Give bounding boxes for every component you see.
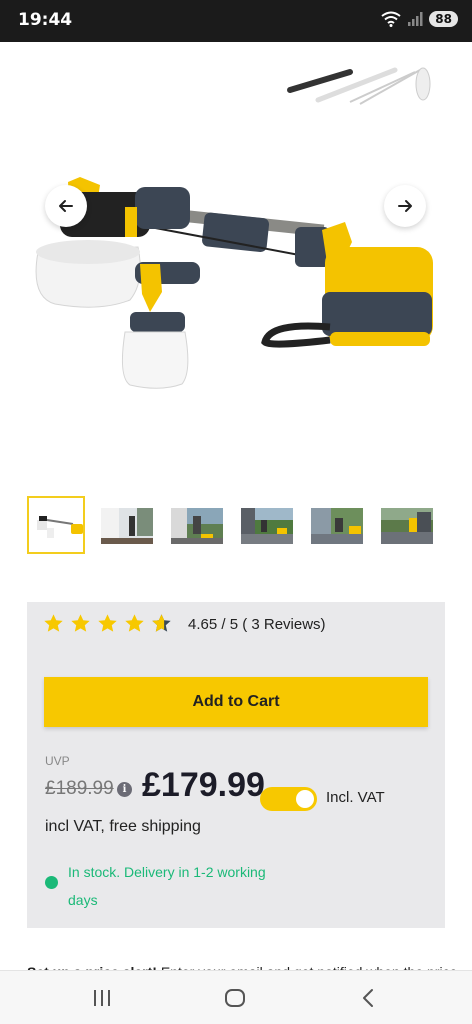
previous-image-button[interactable] xyxy=(45,185,87,227)
thumbnail-image xyxy=(311,508,363,544)
product-image xyxy=(35,67,433,389)
thumbnail-5[interactable] xyxy=(307,496,365,554)
star-full-icon xyxy=(44,614,63,632)
purchase-panel: 4.65 / 5 ( 3 Reviews) Add to Cart UVP £1… xyxy=(27,602,445,928)
star-full-icon xyxy=(98,614,117,632)
home-button[interactable] xyxy=(220,985,250,1011)
stock-status-dot xyxy=(45,876,58,889)
recent-apps-icon xyxy=(94,990,110,1006)
thumbnail-strip xyxy=(27,496,447,556)
rating-summary[interactable]: 4.65 / 5 ( 3 Reviews) xyxy=(188,616,326,633)
uvp-label: UVP xyxy=(45,754,70,768)
accessories-image xyxy=(287,67,431,105)
thumbnail-3[interactable] xyxy=(167,496,225,554)
thumbnail-image xyxy=(101,508,153,544)
thumbnail-image xyxy=(241,508,293,544)
stock-status: In stock. Delivery in 1-2 working days xyxy=(68,858,268,914)
thumbnail-1[interactable] xyxy=(27,496,85,554)
wifi-icon xyxy=(381,11,401,27)
info-icon[interactable]: i xyxy=(117,782,132,797)
star-full-icon xyxy=(125,614,144,632)
thumbnail-6[interactable] xyxy=(377,496,435,554)
vat-label: Incl. VAT xyxy=(326,789,385,806)
battery-badge: 88 xyxy=(429,11,458,27)
arrow-left-icon xyxy=(59,200,73,212)
star-full-icon xyxy=(71,614,90,632)
old-price: £189.99 xyxy=(45,778,114,799)
next-image-button[interactable] xyxy=(384,185,426,227)
current-price: £179.99 xyxy=(142,766,265,804)
back-icon xyxy=(363,989,373,1007)
system-navigation-bar xyxy=(0,970,472,1024)
home-icon xyxy=(225,989,245,1007)
toggle-knob xyxy=(296,790,314,808)
thumbnail-image xyxy=(381,508,433,544)
status-icons: 88 xyxy=(381,11,458,27)
shipping-info: incl VAT, free shipping xyxy=(45,818,201,835)
arrow-right-icon xyxy=(398,200,412,212)
status-time: 19:44 xyxy=(18,10,73,30)
product-gallery[interactable] xyxy=(0,42,472,482)
star-partial-icon xyxy=(152,614,171,632)
thumbnail-image xyxy=(31,508,83,544)
thumbnail-4[interactable] xyxy=(237,496,295,554)
signal-icon xyxy=(408,12,423,26)
vat-toggle[interactable] xyxy=(260,787,317,811)
thumbnail-2[interactable] xyxy=(97,496,155,554)
thumbnail-image xyxy=(171,508,223,544)
add-to-cart-button[interactable]: Add to Cart xyxy=(44,677,428,727)
recent-apps-button[interactable] xyxy=(87,985,117,1011)
stock-line-1: In stock. Delivery in 1-2 working xyxy=(68,864,266,880)
back-button[interactable] xyxy=(353,985,383,1011)
rating-stars[interactable] xyxy=(43,613,172,634)
stock-line-2: days xyxy=(68,892,98,908)
status-bar: 19:44 88 xyxy=(0,0,472,42)
